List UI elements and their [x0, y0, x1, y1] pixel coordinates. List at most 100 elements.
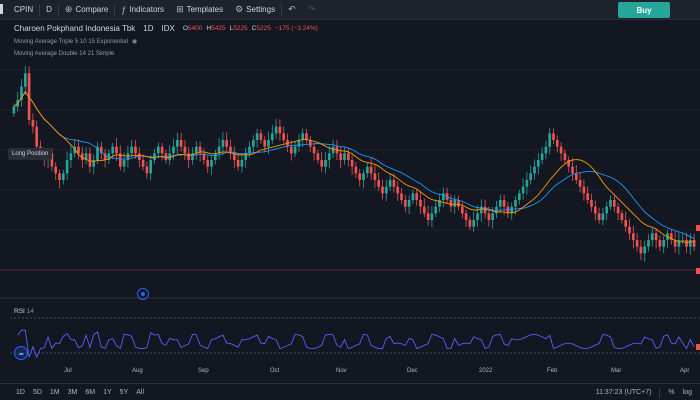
- settings-button[interactable]: ⚙ Settings: [229, 0, 281, 20]
- time-label: Sep: [198, 368, 209, 374]
- eye-icon[interactable]: ◉: [132, 38, 137, 45]
- redo-icon: ↷: [307, 4, 316, 14]
- range-button-5y[interactable]: 5Y: [116, 389, 133, 396]
- bottom-toolbar: 1D 5D 1M 3M 6M 1Y 5Y All 11:37:23 (UTC+7) % log: [0, 383, 700, 400]
- buy-button[interactable]: Buy: [618, 2, 670, 18]
- symbol-search-button[interactable]: CPIN: [0, 0, 39, 20]
- candle-body: [426, 213, 430, 220]
- bottom-right-controls: 11:37:23 (UTC+7) % log: [596, 384, 692, 400]
- candle-body: [612, 200, 616, 207]
- rsi-legend[interactable]: RSI 14: [14, 308, 34, 315]
- close-value: 5225: [256, 25, 271, 32]
- candle-body: [620, 213, 624, 220]
- candle-body: [468, 220, 472, 227]
- candle-body: [643, 246, 647, 254]
- percent-toggle[interactable]: %: [668, 389, 674, 396]
- candle-body: [616, 206, 620, 214]
- candle-body: [346, 153, 350, 160]
- price-chart[interactable]: [0, 20, 700, 380]
- candle-body: [559, 146, 563, 154]
- open-value: 5400: [187, 25, 203, 32]
- candle-body: [115, 146, 118, 154]
- candle-body: [533, 166, 536, 174]
- moving-average-21: [13, 90, 695, 240]
- undo-icon: ↶: [288, 4, 296, 14]
- legend-interval: 1D: [143, 24, 154, 33]
- candle-body: [548, 133, 552, 147]
- candle-body: [179, 140, 183, 147]
- range-button-5d[interactable]: 5D: [29, 389, 46, 396]
- clock[interactable]: 11:37:23 (UTC+7): [596, 389, 652, 396]
- interval-button[interactable]: D: [40, 0, 58, 20]
- candle-body: [122, 160, 126, 167]
- candle-body: [403, 200, 407, 207]
- candle-body: [597, 213, 601, 220]
- candle-body: [293, 146, 297, 154]
- templates-label: Templates: [186, 5, 224, 14]
- redo-button[interactable]: ↷: [302, 0, 322, 20]
- interval-label: D: [46, 5, 52, 14]
- time-axis[interactable]: Jul Aug Sep Oct Nov Dec 2022 Feb Mar Apr: [0, 368, 700, 378]
- candle-body: [491, 213, 495, 220]
- candle-body: [647, 240, 650, 247]
- time-label: Apr: [680, 368, 690, 374]
- log-toggle[interactable]: log: [683, 389, 692, 396]
- low-value: 5225: [233, 25, 248, 32]
- candle-body: [327, 153, 331, 160]
- candle-body: [540, 153, 544, 160]
- time-label: Dec: [407, 368, 418, 374]
- candle-body: [362, 173, 365, 180]
- change-value: −175 (−3.24%): [274, 25, 318, 32]
- candle-body: [343, 153, 346, 160]
- candle-body: [210, 160, 213, 167]
- range-button-all[interactable]: All: [132, 389, 148, 396]
- candle-body: [529, 173, 533, 180]
- range-button-3m[interactable]: 3M: [64, 389, 82, 396]
- range-buttons: 1D 5D 1M 3M 6M 1Y 5Y All: [0, 389, 148, 396]
- indicators-button[interactable]: ƒ Indicators: [115, 0, 170, 20]
- candle-body: [354, 166, 358, 174]
- candle-body: [316, 153, 320, 160]
- range-button-1d[interactable]: 1D: [12, 389, 29, 396]
- candle-body: [301, 133, 305, 140]
- candle-body: [23, 73, 27, 87]
- candle-body: [521, 186, 525, 194]
- indicators-label: Indicators: [129, 5, 165, 14]
- candle-body: [384, 186, 388, 194]
- ma-double-legend[interactable]: Moving Average Double 14 21 Simple: [14, 51, 318, 57]
- candle-body: [483, 206, 487, 214]
- long-position-label[interactable]: Long Position: [8, 148, 53, 160]
- candle-body: [358, 173, 362, 180]
- ma-triple-label: Moving Average Triple 5 10 15 Exponentia…: [14, 38, 128, 45]
- compare-button[interactable]: ⊕ Compare: [59, 0, 114, 20]
- candle-body: [282, 133, 286, 140]
- range-button-6m[interactable]: 6M: [81, 389, 99, 396]
- candle-body: [624, 220, 628, 227]
- cloud-icon[interactable]: ☁: [14, 346, 28, 360]
- candle-body: [134, 146, 137, 154]
- drawing-marker[interactable]: [137, 288, 149, 300]
- range-button-1m[interactable]: 1M: [46, 389, 64, 396]
- candle-body: [476, 213, 479, 220]
- candle-body: [312, 146, 316, 154]
- rsi-period: 14: [26, 308, 34, 315]
- candle-body: [251, 140, 255, 147]
- range-button-1y[interactable]: 1Y: [99, 389, 116, 396]
- add-circle-icon: ⊕: [64, 4, 73, 14]
- candle-body: [464, 213, 468, 220]
- candle-body: [681, 240, 685, 241]
- candle-body: [536, 160, 540, 167]
- candle-body: [149, 160, 153, 174]
- candle-body: [685, 240, 688, 247]
- candle-body: [365, 166, 369, 174]
- ma-triple-legend[interactable]: Moving Average Triple 5 10 15 Exponentia…: [14, 38, 318, 46]
- undo-button[interactable]: ↶: [282, 0, 302, 20]
- gear-icon: ⚙: [235, 4, 244, 14]
- candle-body: [183, 146, 187, 154]
- candle-body: [411, 193, 415, 200]
- candle-body: [54, 166, 58, 174]
- candle-body: [514, 200, 517, 207]
- ma-double-label: Moving Average Double 14 21 Simple: [14, 51, 115, 57]
- templates-button[interactable]: ⊞ Templates: [170, 0, 229, 20]
- candle-body: [441, 193, 445, 200]
